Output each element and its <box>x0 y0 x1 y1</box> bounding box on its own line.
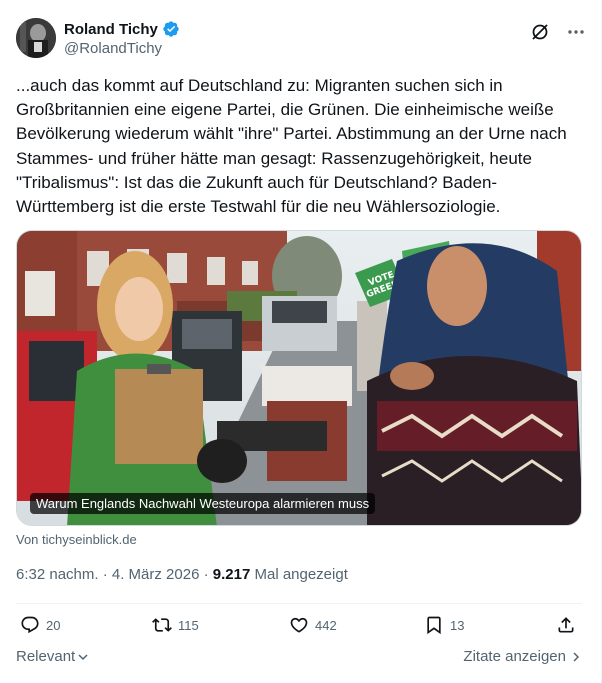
like-button[interactable]: 442 <box>289 615 337 635</box>
reply-button[interactable]: 20 <box>20 615 60 635</box>
verified-badge-icon <box>163 21 179 37</box>
author-handle[interactable]: @RolandTichy <box>64 40 180 57</box>
author-display-name[interactable]: Roland Tichy <box>64 21 158 38</box>
divider <box>16 603 582 604</box>
quotes-label: Zitate anzeigen <box>463 648 566 665</box>
repost-count: 115 <box>178 617 199 633</box>
media-card[interactable]: VOTE GREEN Gr Warum Englands Nachwahl We… <box>16 230 582 526</box>
media-caption: Warum Englands Nachwahl Westeuropa alarm… <box>30 493 376 514</box>
link-source[interactable]: Von tichyseinblick.de <box>16 532 137 547</box>
reply-icon <box>21 616 39 634</box>
sort-label: Relevant <box>16 648 76 665</box>
bookmark-icon <box>427 616 441 635</box>
reply-count: 20 <box>46 617 61 633</box>
tweet-header: Roland Tichy @RolandTichy <box>16 16 586 64</box>
reply-sort-bar: Relevant Zitate anzeigen <box>16 648 582 668</box>
more-icon[interactable] <box>566 22 586 42</box>
sort-dropdown[interactable]: Relevant <box>16 648 89 665</box>
repost-icon <box>152 618 172 632</box>
heart-icon <box>290 617 308 633</box>
view-quotes-link[interactable]: Zitate anzeigen <box>463 648 582 665</box>
bookmark-count: 13 <box>450 617 465 633</box>
media-photo: VOTE GREEN Gr <box>17 231 581 525</box>
like-count: 442 <box>315 617 337 633</box>
share-icon <box>558 617 574 633</box>
tweet-text: ...auch das kommt auf Deutschland zu: Mi… <box>16 76 567 217</box>
avatar-photo <box>16 18 56 58</box>
action-bar: 20 115 442 13 <box>16 612 582 642</box>
timestamp[interactable]: 6:32 nachm. · 4. März 2026 · <box>16 566 213 583</box>
views-label: Mal angezeigt <box>250 566 348 583</box>
chevron-down-icon <box>78 653 88 660</box>
avatar[interactable] <box>16 18 56 58</box>
bookmark-button[interactable]: 13 <box>424 615 464 635</box>
grok-icon[interactable] <box>530 22 550 42</box>
tweet-meta: 6:32 nachm. · 4. März 2026 · 9.217 Mal a… <box>16 566 348 583</box>
views-count: 9.217 <box>212 566 251 583</box>
share-button[interactable] <box>556 615 576 635</box>
chevron-right-icon <box>573 651 580 662</box>
repost-button[interactable]: 115 <box>152 615 199 635</box>
